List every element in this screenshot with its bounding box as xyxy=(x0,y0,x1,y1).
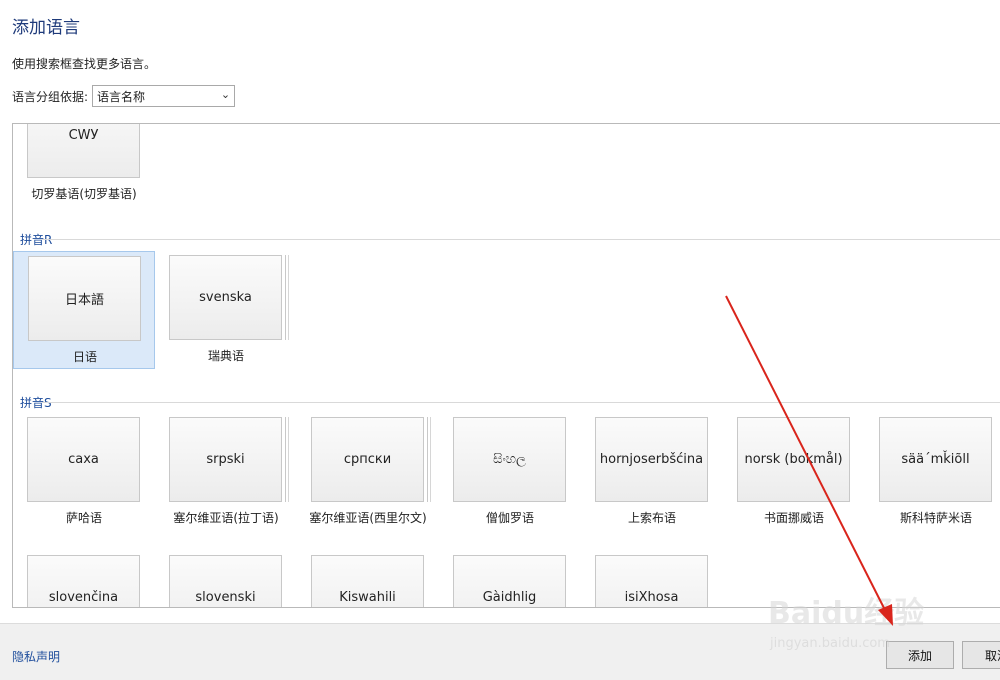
language-name: 萨哈语 xyxy=(65,511,102,525)
group-by-value: 语言名称 xyxy=(97,89,146,104)
language-native-name: slovenčina xyxy=(27,555,140,607)
language-tile-chr[interactable]: CWУ 切罗基语(切罗基语) xyxy=(13,124,155,207)
language-tile-slovenian[interactable]: slovenski xyxy=(155,551,297,607)
group-by-select[interactable]: 语言名称 ⌄ xyxy=(92,85,236,107)
section-divider xyxy=(42,239,1000,240)
language-tile-norwegian-bokmal[interactable]: norsk (bokmål) 书面挪威语 xyxy=(723,413,865,531)
language-native-name: саха xyxy=(27,417,140,502)
language-native-name: svenska xyxy=(169,255,282,340)
language-tile-slovak[interactable]: slovenčina xyxy=(13,551,155,607)
dialog-footer: 隐私声明 添加 取消 xyxy=(0,623,1000,680)
language-native-name: srpski xyxy=(169,417,282,502)
language-name: 切罗基语(切罗基语) xyxy=(31,187,137,201)
language-tile-serbian-cyrillic[interactable]: српски 塞尔维亚语(西里尔文) xyxy=(297,413,439,531)
language-tile-upper-sorbian[interactable]: hornjoserbšćina 上索布语 xyxy=(581,413,723,531)
language-native-name: hornjoserbšćina xyxy=(595,417,708,502)
language-native-name: Gàidhlig xyxy=(453,555,566,607)
dialog-title: 添加语言 xyxy=(12,18,80,38)
language-native-name: српски xyxy=(311,417,424,502)
language-tile-sinhala[interactable]: සිංහල 僧伽罗语 xyxy=(439,413,581,531)
group-by-row: 语言分组依据: 语言名称 ⌄ xyxy=(12,85,236,107)
language-native-name: slovenski xyxy=(169,555,282,607)
language-tile-serbian-latin[interactable]: srpski 塞尔维亚语(拉丁语) xyxy=(155,413,297,531)
language-native-name: CWУ xyxy=(27,124,140,178)
language-native-name: isiXhosa xyxy=(595,555,708,607)
language-tile-scottish-gaelic[interactable]: Gàidhlig xyxy=(439,551,581,607)
language-native-name: 日本語 xyxy=(28,256,141,341)
language-name: 日语 xyxy=(72,350,97,364)
language-name: 塞尔维亚语(拉丁语) xyxy=(173,511,279,525)
language-tile-japanese[interactable]: 日本語 日语 xyxy=(13,251,155,369)
chevron-down-icon: ⌄ xyxy=(220,88,231,101)
section-divider xyxy=(42,402,1000,403)
language-native-name: සිංහල xyxy=(453,417,566,502)
privacy-link[interactable]: 隐私声明 xyxy=(12,648,60,665)
language-name: 瑞典语 xyxy=(207,349,244,363)
group-by-label: 语言分组依据: xyxy=(12,89,89,104)
language-tile-sakha[interactable]: саха 萨哈语 xyxy=(13,413,155,531)
section-header-r: 拼音R xyxy=(20,231,1000,248)
language-name: 斯科特萨米语 xyxy=(899,511,972,525)
language-name: 书面挪威语 xyxy=(763,511,824,525)
language-name: 上索布语 xyxy=(627,511,676,525)
language-tile-skolt-sami[interactable]: sää´mǩiõll 斯科特萨米语 xyxy=(865,413,1000,531)
language-tile-swedish[interactable]: svenska 瑞典语 xyxy=(155,251,297,369)
language-tile-xhosa[interactable]: isiXhosa xyxy=(581,551,723,607)
language-native-name: Kiswahili xyxy=(311,555,424,607)
language-list-panel[interactable]: CWУ 切罗基语(切罗基语) 拼音R 日本語 日语 svenska 瑞典语 拼音… xyxy=(12,123,1000,608)
add-button[interactable]: 添加 xyxy=(886,641,954,669)
language-tile-swahili[interactable]: Kiswahili xyxy=(297,551,439,607)
search-hint: 使用搜索框查找更多语言。 xyxy=(12,57,157,71)
language-native-name: norsk (bokmål) xyxy=(737,417,850,502)
section-header-s: 拼音S xyxy=(20,394,1000,411)
cancel-button[interactable]: 取消 xyxy=(962,641,1000,669)
language-name: 塞尔维亚语(西里尔文) xyxy=(309,511,427,525)
language-native-name: sää´mǩiõll xyxy=(879,417,992,502)
language-name: 僧伽罗语 xyxy=(485,511,534,525)
